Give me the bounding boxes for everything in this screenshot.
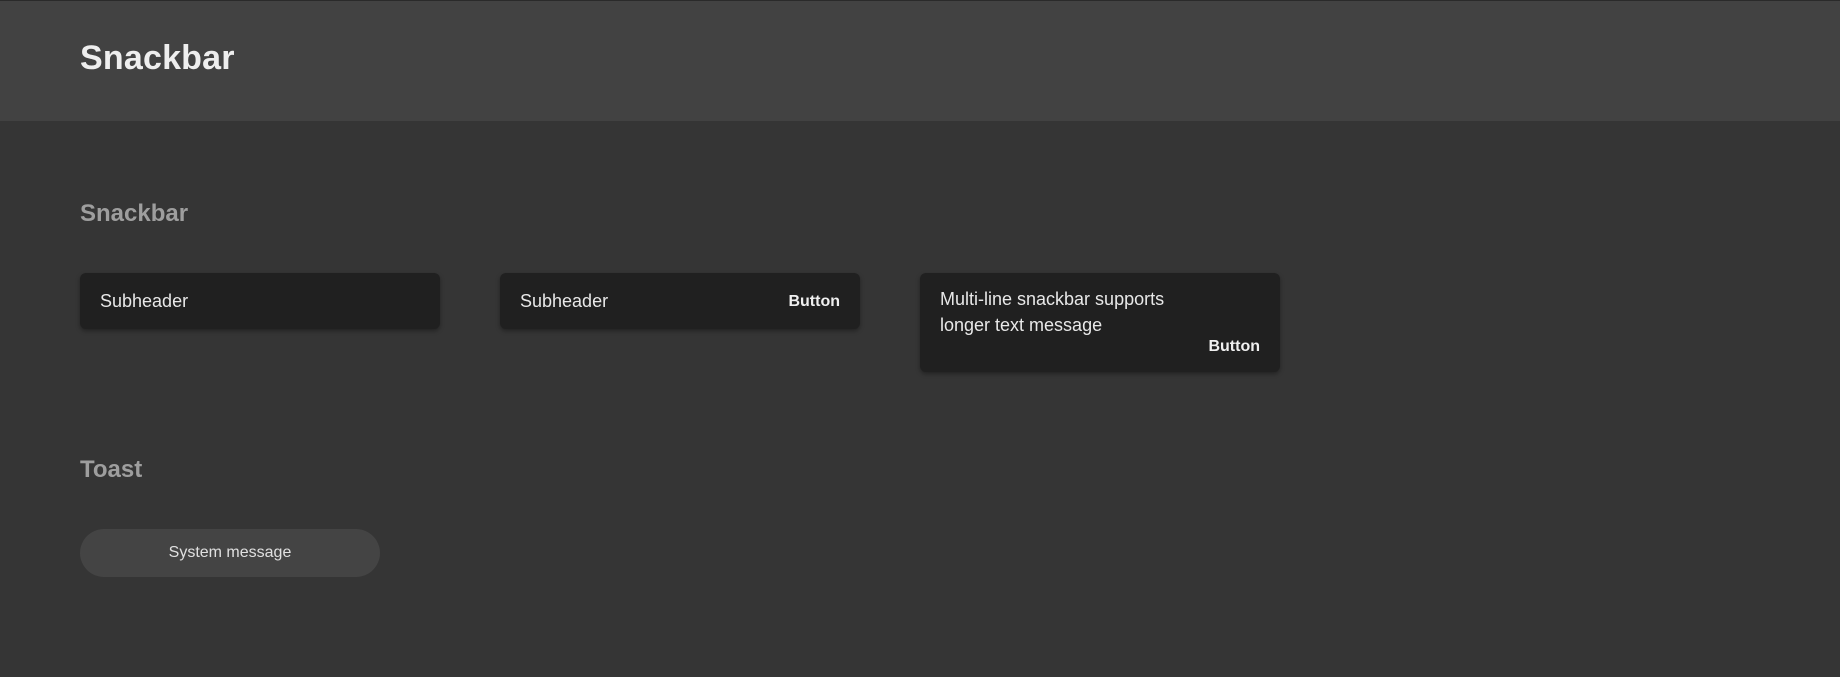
toast: System message [80, 529, 380, 577]
snackbar-with-action: Subheader Button [500, 273, 860, 329]
snackbar-action-button[interactable]: Button [788, 293, 840, 311]
page-header: Snackbar [0, 0, 1840, 121]
snackbar-message-line: Multi-line snackbar supports [940, 289, 1165, 309]
toast-text: System message [168, 544, 292, 561]
snackbar-action-button[interactable]: Button [1208, 338, 1260, 356]
snackbar-message-line: longer text message [940, 315, 1103, 335]
snackbar-text: Subheader [100, 291, 189, 311]
snackbar-multiline: Multi-line snackbar supports longer text… [920, 273, 1280, 372]
section-title-snackbar: Snackbar [80, 200, 189, 227]
snackbar-simple: Subheader [80, 273, 440, 329]
section-title-toast: Toast [80, 456, 143, 483]
page-title: Snackbar [80, 39, 235, 77]
snackbar-text: Subheader [520, 291, 609, 311]
snackbar-message: Multi-line snackbar supports longer text… [940, 286, 1240, 338]
